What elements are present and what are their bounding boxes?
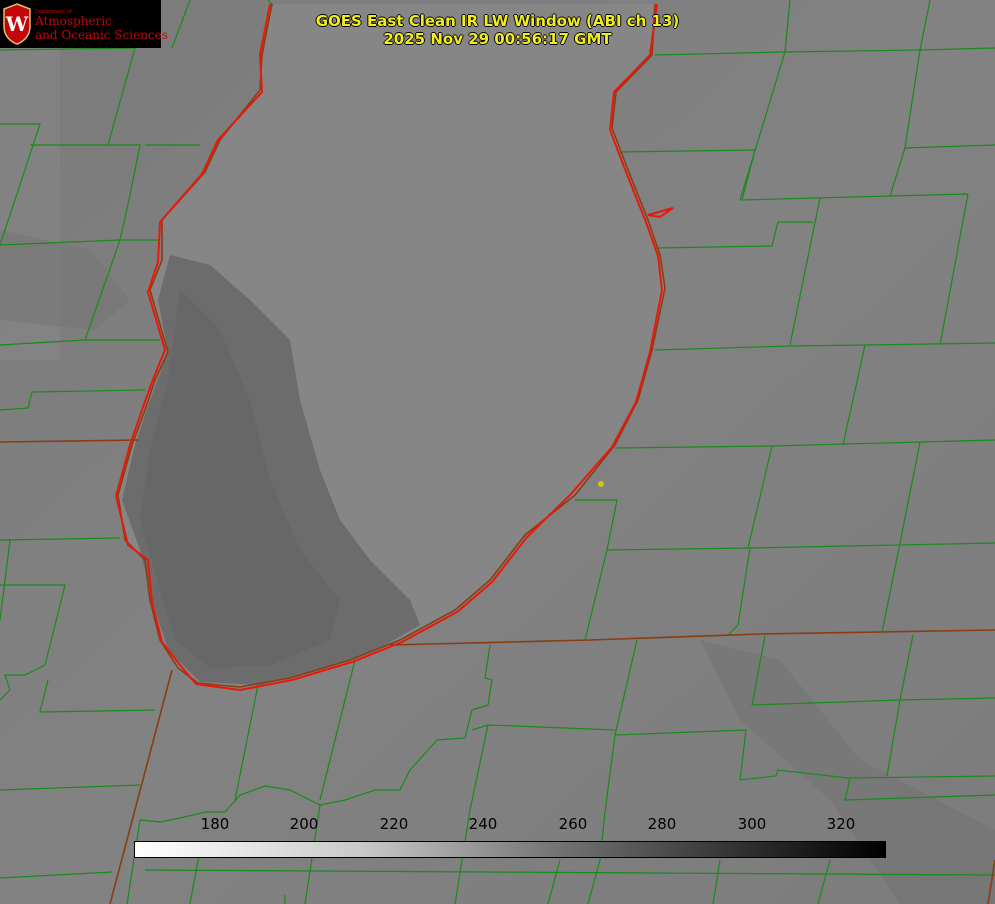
- colorbar-tick-label: 240: [468, 815, 498, 833]
- image-title: GOES East Clean IR LW Window (ABI ch 13)…: [0, 12, 995, 48]
- colorbar-tick-label: 180: [200, 815, 230, 833]
- colorbar-tick-label: 200: [289, 815, 319, 833]
- title-product: GOES East Clean IR LW Window (ABI ch 13): [315, 12, 680, 30]
- colorbar-tick-label: 220: [379, 815, 409, 833]
- map-canvas: [0, 0, 995, 904]
- colorbar: [134, 841, 886, 858]
- title-timestamp: 2025 Nov 29 00:56:17 GMT: [383, 30, 612, 48]
- location-marker: [598, 481, 604, 487]
- colorbar-tick-label: 260: [558, 815, 588, 833]
- colorbar-tick-label: 280: [647, 815, 677, 833]
- colorbar-tick-label: 300: [737, 815, 767, 833]
- satellite-image-frame: W Department of Atmospheric and Oceanic …: [0, 0, 995, 904]
- colorbar-tick-label: 320: [826, 815, 856, 833]
